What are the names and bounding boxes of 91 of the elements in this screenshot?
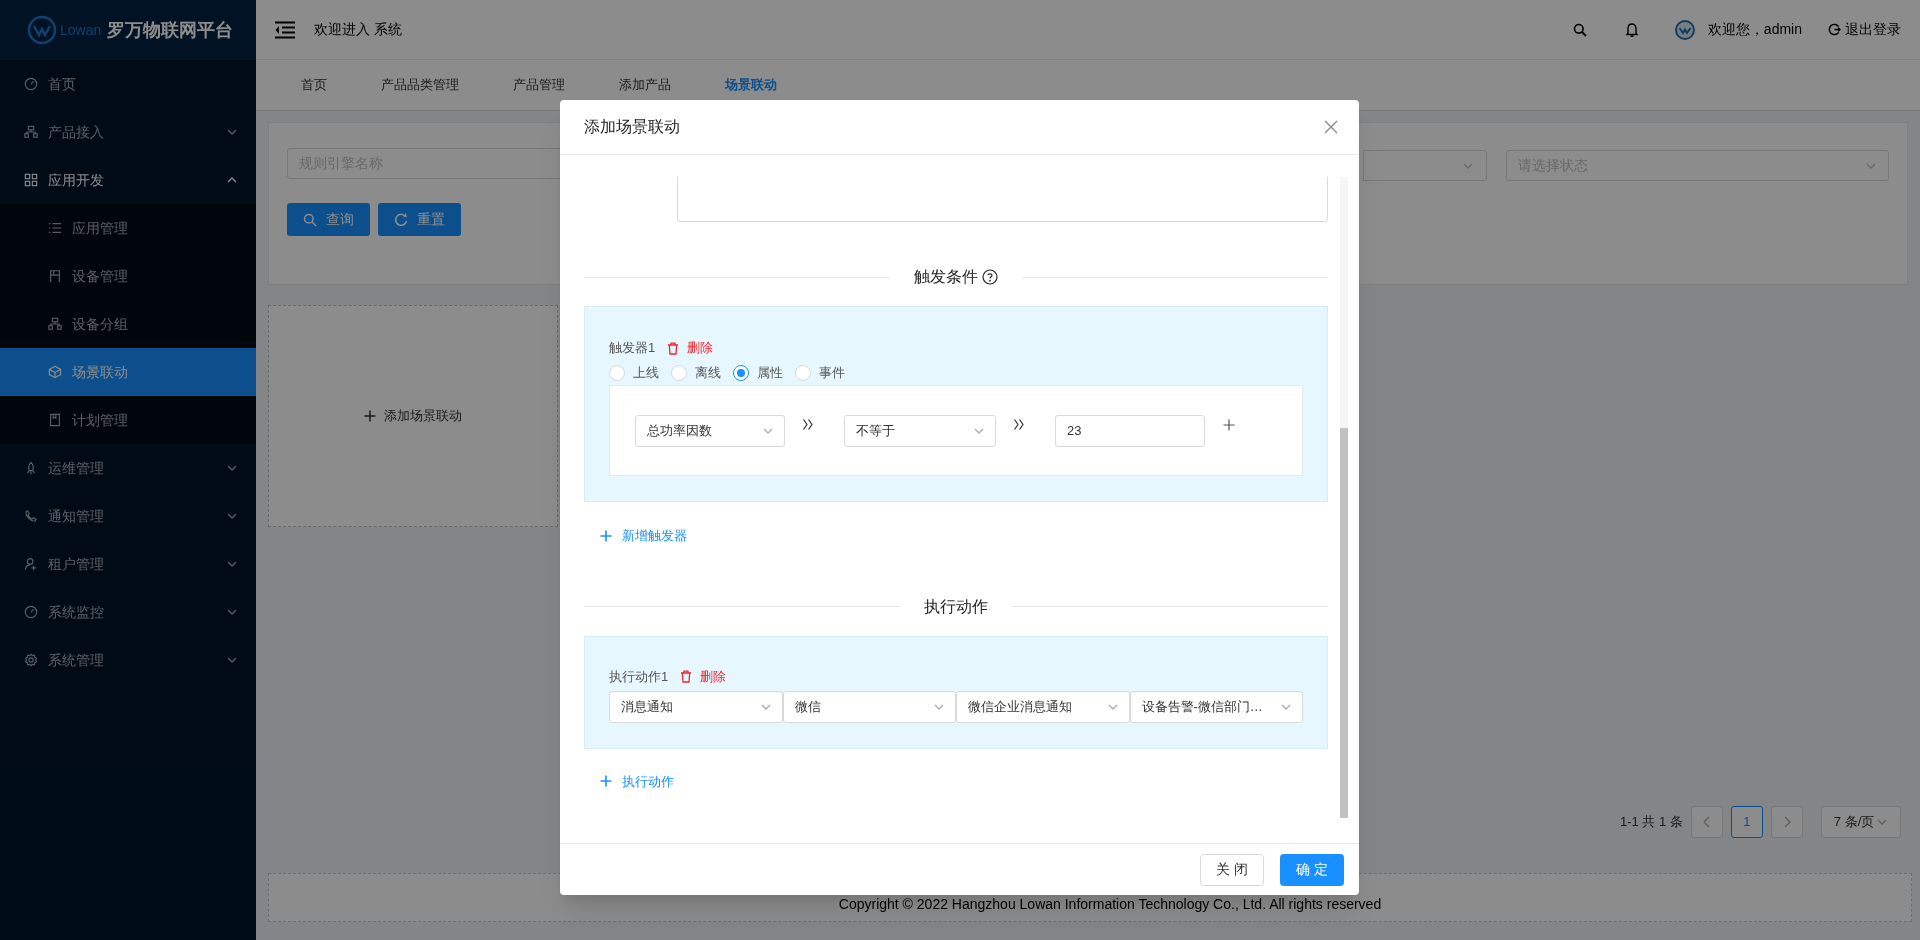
next-page-button[interactable] bbox=[1770, 806, 1803, 838]
add-condition-button[interactable] bbox=[1223, 418, 1235, 431]
pagination-summary: 1-1 共 1 条 bbox=[1620, 813, 1683, 832]
cube-icon bbox=[48, 365, 62, 379]
radio-option[interactable]: 事件 bbox=[795, 363, 845, 383]
prev-page-button[interactable] bbox=[1690, 806, 1723, 838]
card-label: 触发器1 bbox=[609, 339, 656, 358]
card-label: 执行动作1 bbox=[609, 667, 669, 686]
section-heading: 执行动作 bbox=[924, 596, 988, 617]
add-link[interactable]: 新增触发器 bbox=[600, 526, 687, 546]
chevron-left-icon bbox=[1701, 816, 1712, 828]
search-icon bbox=[303, 212, 317, 227]
dashboard-icon bbox=[24, 605, 38, 619]
menu-item[interactable]: 系统监控 bbox=[0, 588, 256, 636]
device-icon bbox=[48, 269, 62, 283]
radio-button[interactable] bbox=[733, 365, 749, 381]
menu-item[interactable]: 系统管理 bbox=[0, 636, 256, 684]
add-scene-card[interactable]: 添加场景联动 bbox=[268, 305, 558, 527]
dialog-button[interactable]: 关 闭 bbox=[1200, 853, 1264, 886]
menu-item[interactable]: 首页 bbox=[0, 60, 256, 108]
close-icon bbox=[1324, 120, 1338, 134]
add-link[interactable]: 执行动作 bbox=[600, 771, 674, 791]
section-heading: 触发条件 bbox=[914, 267, 978, 287]
submenu-item[interactable]: 计划管理 bbox=[0, 396, 256, 444]
phone-icon bbox=[24, 509, 38, 523]
filter-button[interactable]: 查询 bbox=[287, 203, 370, 236]
scrollbar-thumb[interactable] bbox=[1340, 428, 1348, 818]
trash-icon bbox=[680, 670, 693, 683]
tab[interactable]: 首页 bbox=[301, 75, 327, 95]
delete-link[interactable]: 删除 bbox=[667, 338, 714, 358]
menu-item[interactable]: 应用开发 bbox=[0, 156, 256, 204]
network-icon bbox=[24, 125, 38, 139]
value-input[interactable]: 23 bbox=[1055, 414, 1205, 447]
logo-icon bbox=[27, 15, 57, 45]
action-select[interactable]: 微信企业消息通知 bbox=[956, 690, 1130, 723]
plus-icon bbox=[364, 410, 376, 422]
submenu-item[interactable]: 应用管理 bbox=[0, 204, 256, 252]
refresh-icon bbox=[394, 212, 408, 227]
document-icon bbox=[48, 413, 62, 427]
page-button[interactable]: 1 bbox=[1730, 806, 1763, 838]
dialog-button[interactable]: 确 定 bbox=[1280, 853, 1344, 886]
filter-button[interactable]: 重置 bbox=[378, 203, 461, 236]
operator-select[interactable]: 不等于 bbox=[844, 414, 996, 447]
plus-icon bbox=[600, 529, 612, 542]
menu-item[interactable]: 通知管理 bbox=[0, 492, 256, 540]
list-icon bbox=[48, 221, 62, 235]
delete-link[interactable]: 删除 bbox=[680, 666, 727, 687]
gear-icon bbox=[24, 653, 38, 667]
avatar-icon bbox=[1674, 19, 1695, 40]
dashboard-icon bbox=[24, 77, 38, 91]
user-greeting: 欢迎您，admin bbox=[1707, 20, 1802, 39]
network-icon bbox=[48, 317, 62, 331]
double-chevron-icon bbox=[802, 417, 814, 432]
menu-item[interactable]: 产品接入 bbox=[0, 108, 256, 156]
app-title: 罗万物联网平台 bbox=[107, 18, 234, 42]
radio-option[interactable]: 离线 bbox=[671, 363, 721, 383]
trash-icon bbox=[667, 341, 680, 355]
tab[interactable]: 产品品类管理 bbox=[381, 75, 459, 95]
logo-text: Lowan bbox=[60, 23, 102, 37]
property-select[interactable]: 总功率因数 bbox=[635, 414, 785, 447]
page-size-select[interactable]: 7 条/页 bbox=[1820, 806, 1902, 838]
action-select[interactable]: 微信 bbox=[782, 690, 956, 723]
welcome-text: 欢迎进入 系统 bbox=[314, 20, 402, 39]
copyright-text: Copyright © 2022 Hangzhou Lowan Information Technology Co., Ltd. All rights reserved bbox=[838, 895, 1382, 914]
user-icon bbox=[24, 557, 38, 571]
action-select[interactable]: 消息通知 bbox=[609, 690, 783, 723]
radio-option[interactable]: 属性 bbox=[733, 363, 783, 383]
search-icon[interactable] bbox=[1572, 22, 1587, 37]
tab[interactable]: 场景联动 bbox=[725, 75, 777, 95]
menu-item[interactable]: 租户管理 bbox=[0, 540, 256, 588]
logout-icon bbox=[1828, 23, 1841, 36]
grid-icon bbox=[24, 173, 38, 187]
submenu-item[interactable]: 设备分组 bbox=[0, 300, 256, 348]
description-textarea[interactable] bbox=[677, 177, 1328, 222]
logout-link[interactable]: 退出登录 bbox=[1828, 19, 1901, 40]
bell-icon[interactable] bbox=[1624, 21, 1639, 38]
menu-item[interactable]: 运维管理 bbox=[0, 444, 256, 492]
plus-icon bbox=[600, 775, 612, 788]
double-chevron-icon bbox=[1013, 417, 1025, 432]
dialog-title: 添加场景联动 bbox=[584, 117, 681, 137]
tab[interactable]: 产品管理 bbox=[513, 75, 565, 95]
select-field[interactable] bbox=[1363, 150, 1487, 181]
help-icon bbox=[982, 269, 998, 285]
tab[interactable]: 添加产品 bbox=[619, 75, 671, 95]
submenu-item[interactable]: 设备管理 bbox=[0, 252, 256, 300]
rocket-icon bbox=[24, 461, 38, 475]
plus-icon bbox=[1223, 418, 1235, 431]
submenu-item[interactable]: 场景联动 bbox=[0, 348, 256, 396]
radio-option[interactable]: 上线 bbox=[609, 363, 659, 383]
action-select[interactable]: 设备告警-微信部门… bbox=[1129, 690, 1303, 723]
menu-icon[interactable] bbox=[274, 20, 296, 39]
